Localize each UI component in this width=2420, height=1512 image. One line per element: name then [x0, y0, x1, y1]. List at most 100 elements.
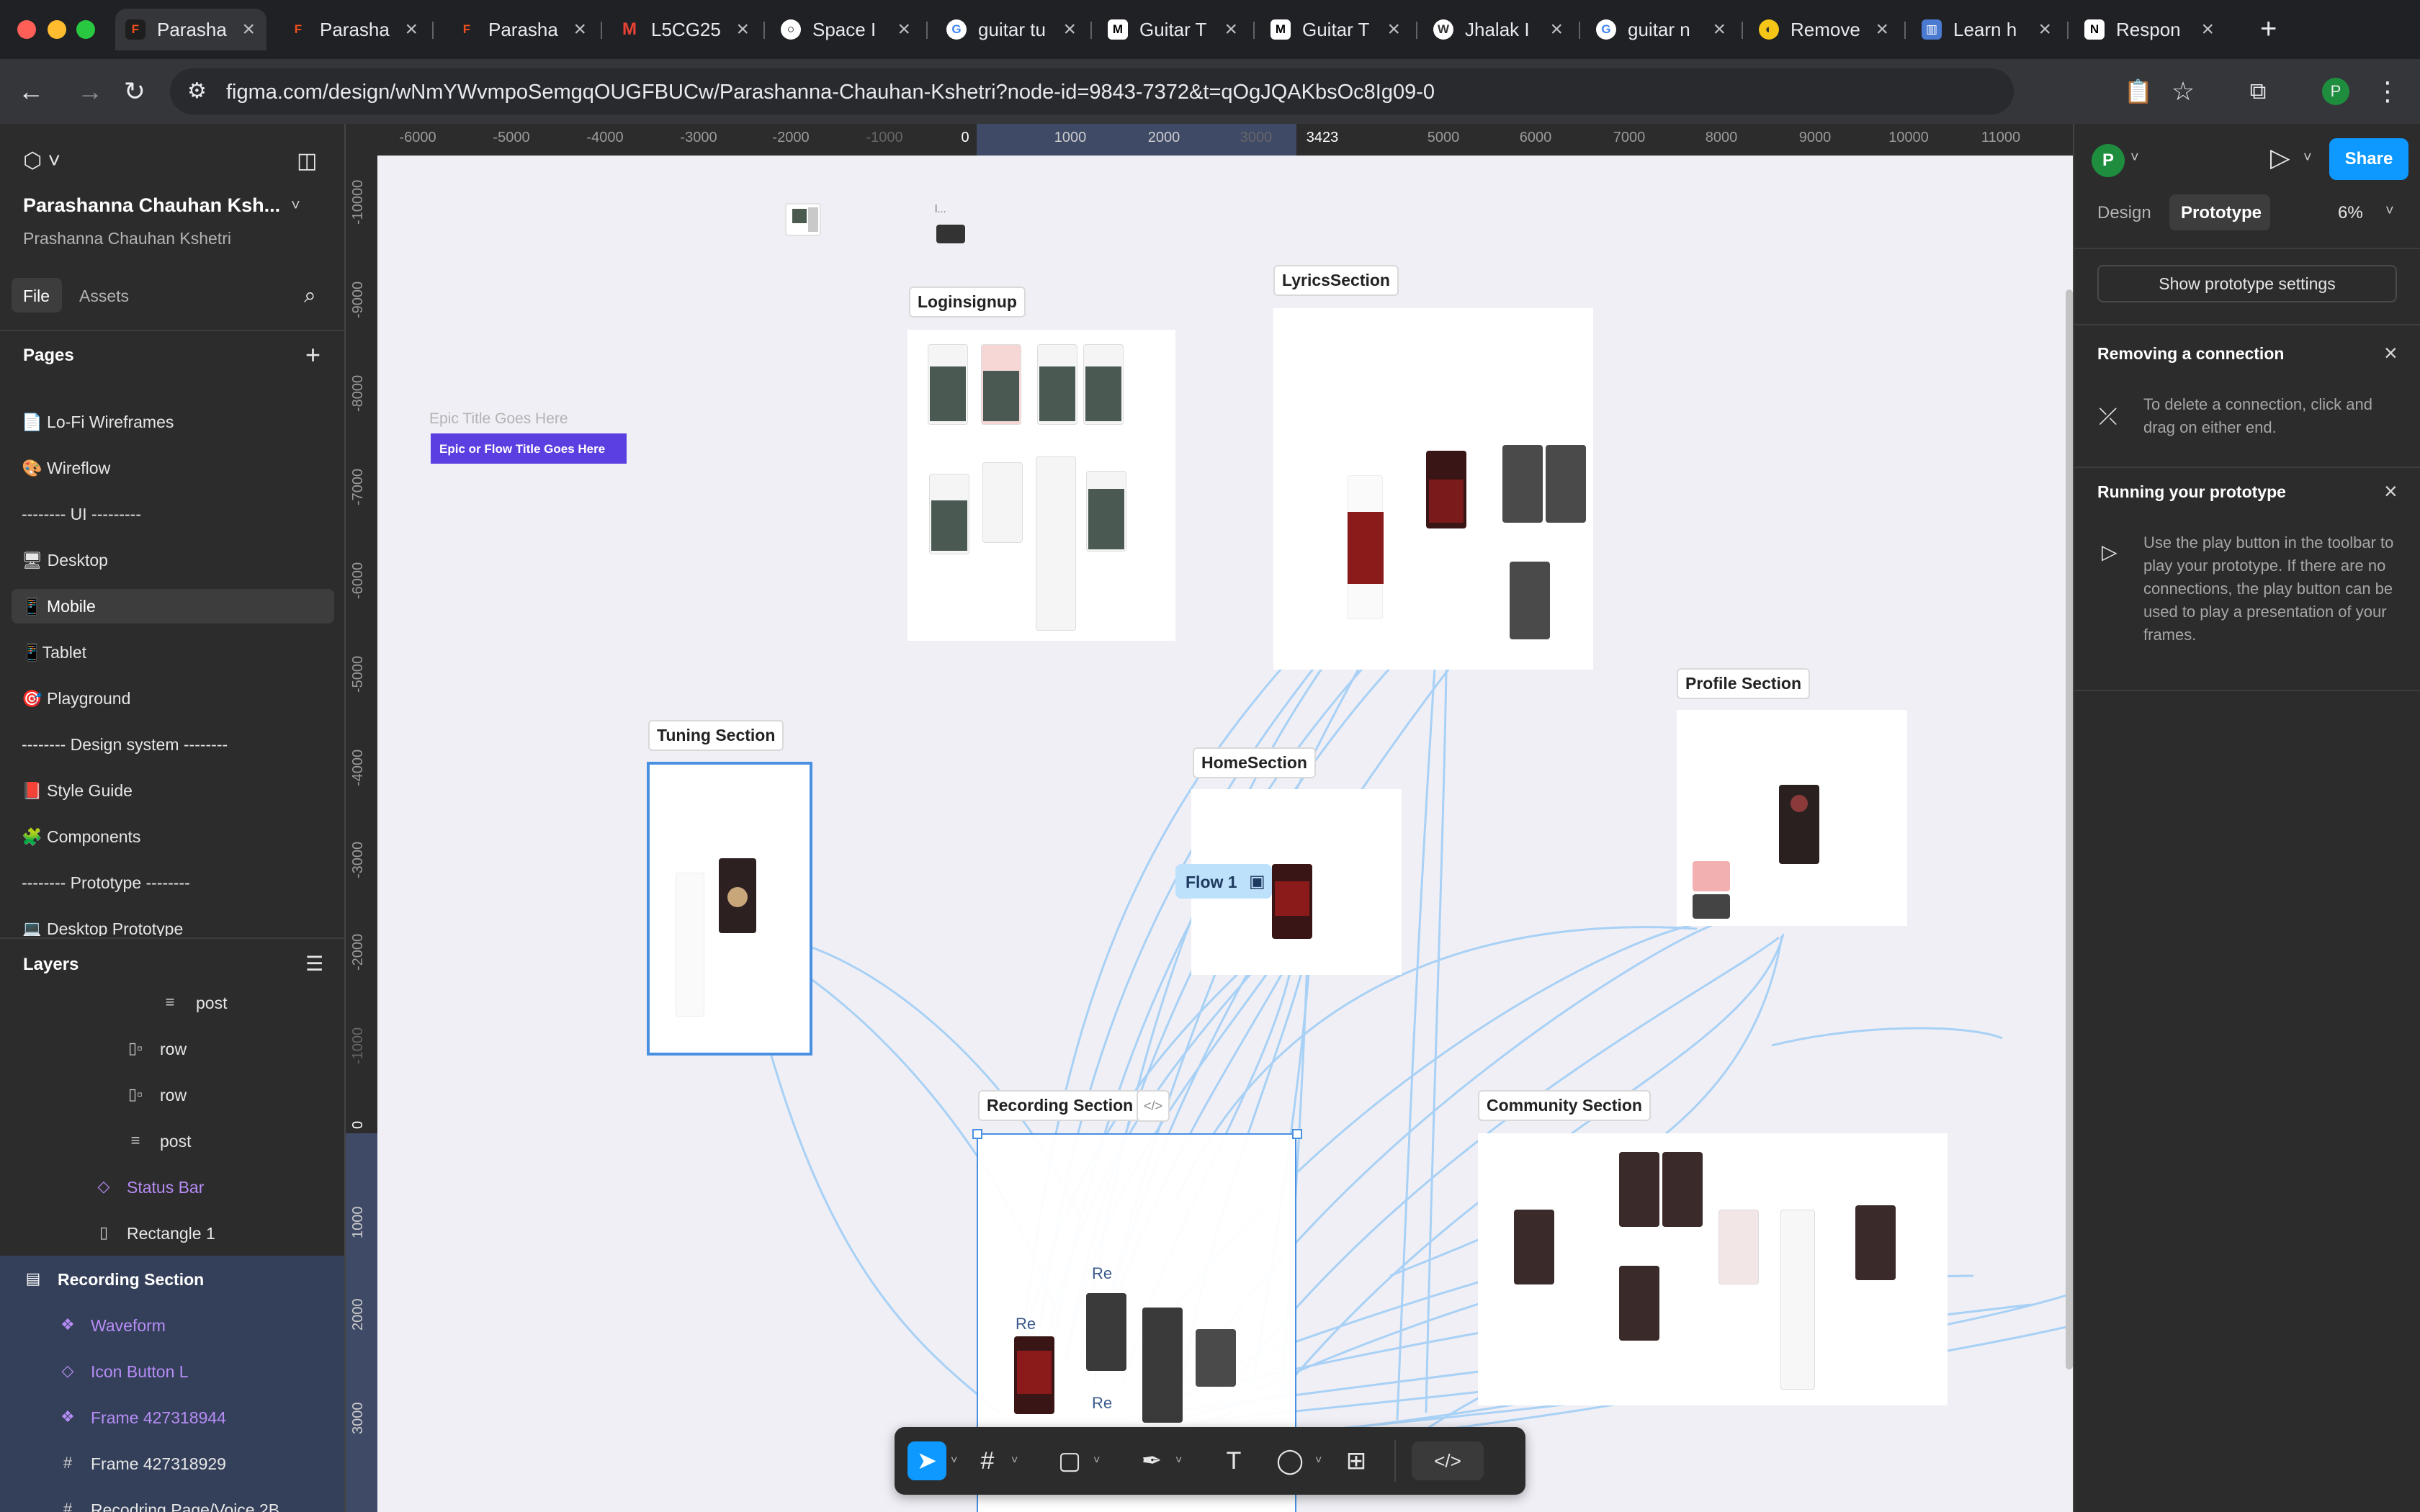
section-lyrics[interactable]: [1273, 308, 1593, 670]
close-tab-icon[interactable]: ×: [1876, 17, 1888, 42]
page-item[interactable]: 📕 Style Guide: [12, 773, 334, 808]
close-tab-icon[interactable]: ×: [897, 17, 910, 42]
close-window-button[interactable]: [17, 20, 36, 39]
profile-avatar[interactable]: P: [2318, 73, 2354, 109]
section-label-community[interactable]: Community Section: [1478, 1090, 1651, 1121]
browser-tab[interactable]: ◐ Remove ×: [1749, 9, 1900, 50]
section-login[interactable]: [908, 330, 1175, 641]
browser-tab[interactable]: M Guitar T ×: [1098, 9, 1249, 50]
page-item[interactable]: -------- UI ---------: [12, 497, 334, 531]
search-icon[interactable]: ⌕: [304, 284, 316, 308]
layer-row-selected[interactable]: ▤ Recording Section: [0, 1256, 344, 1302]
show-prototype-settings-button[interactable]: Show prototype settings: [2097, 265, 2397, 302]
toggle-sidebar-icon[interactable]: ◫: [297, 148, 317, 174]
page-item[interactable]: 🎯 Playground: [12, 681, 334, 716]
page-item[interactable]: 💻 Desktop Prototype: [12, 912, 334, 936]
flow-start-badge[interactable]: Flow 1 ▣: [1175, 864, 1272, 899]
share-button[interactable]: Share: [2329, 138, 2408, 180]
close-tab-icon[interactable]: ×: [1063, 17, 1076, 42]
layer-row[interactable]: ▯ Rectangle 1: [0, 1210, 344, 1256]
dev-mode-icon[interactable]: </>: [1412, 1441, 1484, 1480]
frame-tool-icon[interactable]: #: [968, 1441, 1007, 1480]
section-label-recording[interactable]: Recording Section: [978, 1090, 1142, 1121]
browser-tab[interactable]: G guitar tu ×: [936, 9, 1088, 50]
browser-tab[interactable]: G guitar n ×: [1586, 9, 1737, 50]
close-tab-icon[interactable]: ×: [1387, 17, 1400, 42]
browser-tab[interactable]: ▥ Learn h ×: [1912, 9, 2063, 50]
section-label-lyrics[interactable]: LyricsSection: [1273, 265, 1399, 296]
page-item-selected[interactable]: 📱 Mobile: [12, 589, 334, 624]
close-tab-icon[interactable]: ×: [2038, 17, 2051, 42]
text-tool-icon[interactable]: T: [1214, 1441, 1253, 1480]
browser-tab[interactable]: N Respon ×: [2074, 9, 2226, 50]
layer-row[interactable]: ❖ Frame 427318944: [0, 1394, 344, 1440]
mini-frame[interactable]: [936, 225, 965, 243]
browser-tab[interactable]: W Jhalak I ×: [1423, 9, 1574, 50]
layer-row[interactable]: ◇ Status Bar: [0, 1164, 344, 1210]
layer-row[interactable]: ▯▫ row: [0, 1025, 344, 1071]
layer-row[interactable]: ◇ Icon Button L: [0, 1348, 344, 1394]
browser-tab[interactable]: ○ Space I ×: [771, 9, 922, 50]
reload-icon[interactable]: ↻: [117, 73, 153, 109]
section-label-login[interactable]: Loginsignup: [909, 287, 1026, 318]
layer-row[interactable]: # Recodring Page/Voice 2B: [0, 1486, 344, 1512]
team-name[interactable]: Prashanna Chauhan Kshetri: [23, 229, 231, 248]
close-tab-icon[interactable]: ×: [1224, 17, 1237, 42]
section-community[interactable]: [1478, 1133, 1948, 1405]
close-icon[interactable]: ×: [2384, 340, 2398, 366]
close-tab-icon[interactable]: ×: [573, 17, 586, 42]
page-item[interactable]: -------- Design system --------: [12, 727, 334, 762]
layer-row[interactable]: ≡ post: [0, 979, 344, 1025]
epic-title-placeholder[interactable]: Epic Title Goes Here: [429, 410, 568, 428]
forward-icon[interactable]: →: [72, 73, 108, 109]
play-icon[interactable]: ▷: [2270, 143, 2290, 173]
actions-tool-icon[interactable]: ⊞: [1337, 1441, 1376, 1480]
mini-frame[interactable]: [785, 203, 821, 236]
close-tab-icon[interactable]: ×: [242, 17, 255, 42]
tab-design[interactable]: Design: [2097, 203, 2151, 223]
tab-prototype[interactable]: Prototype: [2169, 194, 2270, 230]
page-item[interactable]: 📄 Lo-Fi Wireframes: [12, 405, 334, 439]
new-tab-button[interactable]: +: [2260, 13, 2277, 45]
layer-row[interactable]: ❖ Waveform: [0, 1302, 344, 1348]
section-profile[interactable]: [1677, 710, 1907, 926]
layer-row[interactable]: # Frame 427318929: [0, 1440, 344, 1486]
chevron-down-icon[interactable]: ˅: [2385, 203, 2394, 220]
browser-tab[interactable]: F Parasha ×: [278, 9, 429, 50]
chevron-down-icon[interactable]: ˅: [1011, 1454, 1018, 1467]
browser-tab[interactable]: M L5CG25 ×: [609, 9, 761, 50]
chevron-down-icon[interactable]: ˅: [2303, 150, 2312, 166]
section-label-profile[interactable]: Profile Section: [1677, 668, 1811, 699]
chevron-down-icon[interactable]: ˅: [951, 1454, 957, 1467]
browser-tab[interactable]: F Parasha ×: [115, 9, 266, 50]
page-item[interactable]: 📱Tablet: [12, 635, 334, 670]
close-tab-icon[interactable]: ×: [405, 17, 418, 42]
url-text[interactable]: figma.com/design/wNmYWvmpoSemgqOUGFBUCw/…: [226, 81, 1435, 104]
avatar[interactable]: P: [2092, 144, 2125, 177]
page-item[interactable]: 🧩 Components: [12, 819, 334, 854]
layer-row[interactable]: ≡ post: [0, 1117, 344, 1164]
close-icon[interactable]: ×: [2384, 478, 2398, 505]
chevron-down-icon[interactable]: ˅: [1315, 1454, 1322, 1467]
rectangle-tool-icon[interactable]: ▢: [1050, 1441, 1089, 1480]
more-menu-icon[interactable]: ⋮: [2370, 73, 2406, 109]
code-icon[interactable]: </>: [1137, 1090, 1170, 1122]
close-tab-icon[interactable]: ×: [2201, 17, 2214, 42]
move-tool-icon[interactable]: ➤: [908, 1441, 946, 1480]
extensions-icon[interactable]: ⧉: [2240, 73, 2276, 109]
collapse-layers-icon[interactable]: ☰: [305, 952, 323, 976]
section-tuning[interactable]: [647, 762, 812, 1056]
site-settings-icon[interactable]: ⚙: [187, 78, 207, 104]
bookmark-star-icon[interactable]: ☆: [2165, 73, 2201, 109]
close-tab-icon[interactable]: ×: [1550, 17, 1563, 42]
browser-tab[interactable]: M Guitar T ×: [1260, 9, 1412, 50]
selection-handle[interactable]: [1292, 1129, 1302, 1139]
close-tab-icon[interactable]: ×: [736, 17, 749, 42]
epic-flow-title-frame[interactable]: Epic or Flow Title Goes Here: [431, 433, 627, 464]
page-item[interactable]: 🎨 Wireflow: [12, 451, 334, 485]
maximize-window-button[interactable]: [76, 20, 95, 39]
zoom-level[interactable]: 6%: [2338, 203, 2363, 223]
selection-handle[interactable]: [972, 1129, 982, 1139]
close-tab-icon[interactable]: ×: [1713, 17, 1726, 42]
present-icon[interactable]: ▣: [1249, 871, 1265, 892]
